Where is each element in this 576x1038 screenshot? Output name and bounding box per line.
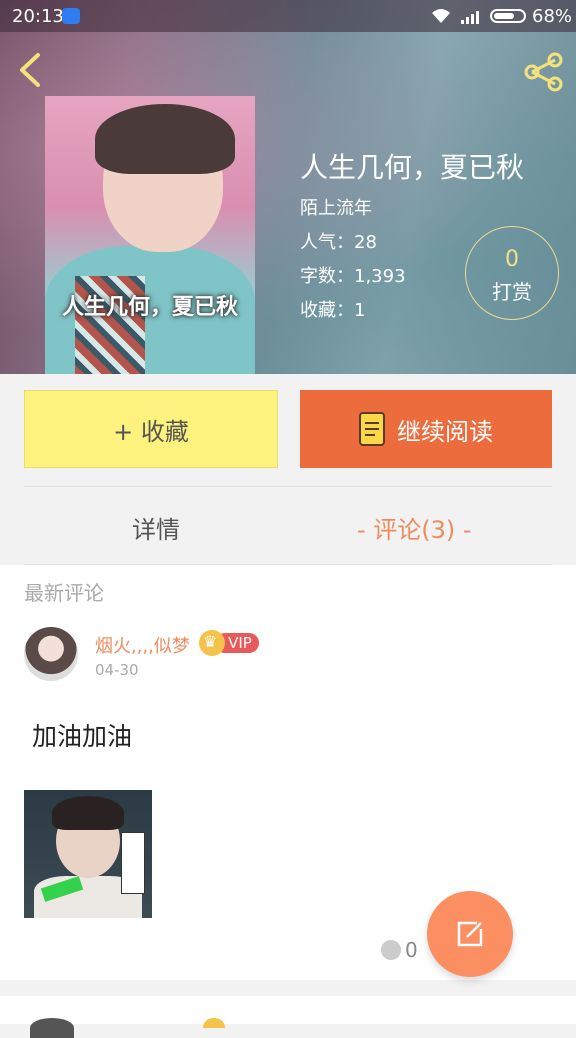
continue-reading-label: 继续阅读 <box>397 417 493 446</box>
book-word-count: 字数：1,393 <box>300 266 406 287</box>
back-icon[interactable] <box>14 52 46 88</box>
reward-count: 0 <box>505 247 519 272</box>
book-author[interactable]: 陌上流年 <box>300 194 372 220</box>
comment-card <box>0 996 576 1024</box>
tab-comments[interactable]: - 评论(3) - <box>357 510 472 545</box>
battery-icon <box>490 9 526 23</box>
comment-text: 加油加油 <box>32 722 133 751</box>
tab-detail[interactable]: 详情 <box>132 510 180 545</box>
cover-title: 人生几何，夏已秋 <box>61 295 238 320</box>
comment-username[interactable]: 烟火,,,,似梦 <box>95 632 190 658</box>
avatar[interactable] <box>30 1018 74 1038</box>
collect-button-label: + 收藏 <box>113 417 189 446</box>
collect-button[interactable]: + 收藏 <box>24 390 278 468</box>
write-comment-button[interactable] <box>427 891 513 977</box>
comment-image[interactable] <box>24 790 152 918</box>
reward-label: 打赏 <box>492 280 532 304</box>
status-bar: 20:13 68% <box>0 0 576 32</box>
continue-reading-button[interactable]: 继续阅读 <box>300 390 552 468</box>
signal-icon <box>461 11 479 24</box>
edit-icon <box>457 921 483 947</box>
book-icon <box>359 412 385 446</box>
comment-date: 04-30 <box>95 661 139 679</box>
reply-count: 0 <box>405 938 418 962</box>
crown-icon <box>199 630 225 656</box>
book-favorites: 收藏：1 <box>300 300 366 321</box>
book-title: 人生几何，夏已秋 <box>300 151 525 184</box>
latest-comments-label: 最新评论 <box>24 581 104 605</box>
battery-percent: 68% <box>532 6 573 27</box>
reward-button[interactable]: 0 打赏 <box>465 226 559 320</box>
book-popularity: 人气：28 <box>300 232 377 253</box>
status-time: 20:13 <box>12 6 64 27</box>
reply-button[interactable]: 0 <box>381 938 418 962</box>
share-icon[interactable] <box>522 52 566 92</box>
notification-icon <box>62 8 80 24</box>
book-header: 20:13 68% 人生几何，夏已秋 人生几何，夏已秋 陌上流年 人气：28 字… <box>0 0 576 374</box>
divider <box>24 486 552 487</box>
vip-badge: VIP <box>199 630 261 656</box>
comment-bubble-icon <box>381 939 401 960</box>
wifi-icon <box>432 9 450 23</box>
avatar[interactable] <box>24 627 78 681</box>
book-cover[interactable]: 人生几何，夏已秋 <box>45 96 255 374</box>
